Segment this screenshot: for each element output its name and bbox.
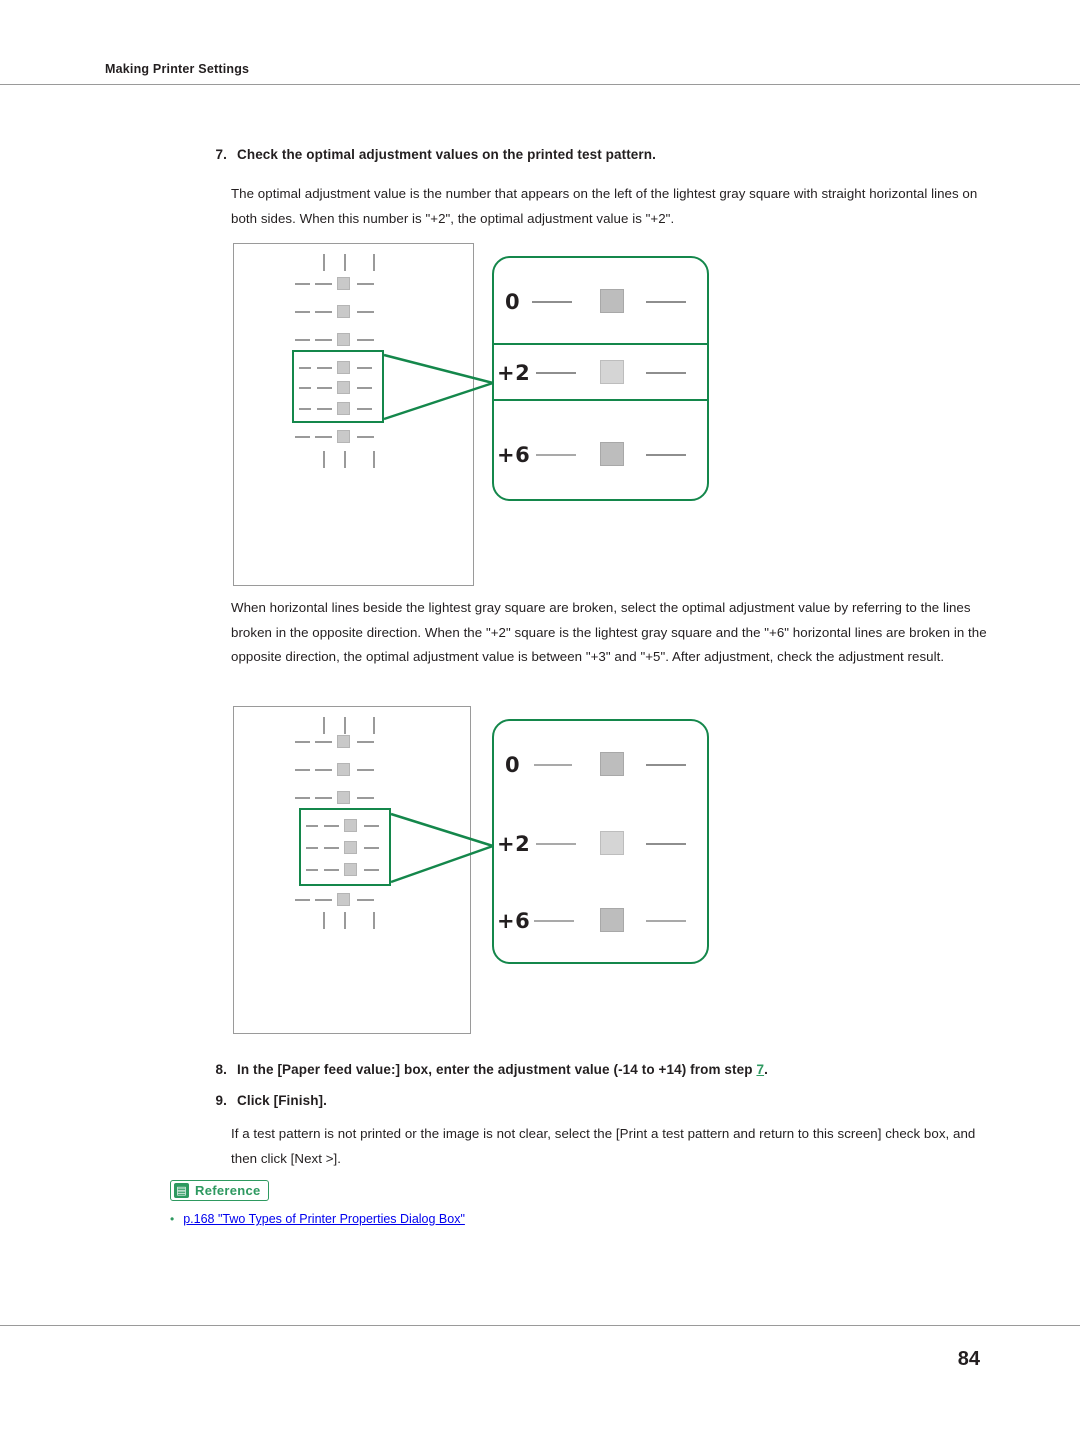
- figure2-callout-line: [646, 843, 686, 845]
- figure2-callout-label-plus6: +6: [497, 909, 531, 933]
- figure1-callout-line: [646, 301, 686, 303]
- figure1-callout-line: [532, 301, 572, 303]
- figure1-callout-label-plus2: +2: [497, 361, 531, 385]
- figure2-callout-square: [600, 908, 624, 932]
- figure2-callout-label-plus2: +2: [497, 832, 531, 856]
- step-9-text: Click [Finish].: [237, 1093, 328, 1108]
- reference-link[interactable]: p.168 "Two Types of Printer Properties D…: [183, 1211, 465, 1227]
- figure1-callout-line: [536, 372, 576, 374]
- test-pattern-figure-2: 0 +2 +6: [231, 706, 711, 1036]
- page-header-title: Making Printer Settings: [105, 62, 250, 76]
- page-number: 84: [957, 1348, 980, 1370]
- figure1-callout-line: [646, 372, 686, 374]
- step-8: 8. In the [Paper feed value:] box, enter…: [205, 1062, 1005, 1077]
- figure2-callout-line: [534, 764, 572, 766]
- step-7: 7. Check the optimal adjustment values o…: [205, 147, 1005, 162]
- figure1-callout-label-0: 0: [505, 290, 521, 314]
- figure2-callout-square: [600, 831, 624, 855]
- list-bullet: •: [170, 1212, 175, 1226]
- paragraph-broken-lines: When horizontal lines beside the lightes…: [231, 600, 987, 664]
- step-7-text: Check the optimal adjustment values on t…: [237, 147, 656, 162]
- test-pattern-figure-1: 0 +2 +6: [231, 243, 711, 588]
- figure2-callout-line: [536, 843, 576, 845]
- step-8-text: In the [Paper feed value:] box, enter th…: [237, 1062, 1005, 1077]
- document-page: Making Printer Settings 7. Check the opt…: [0, 0, 1080, 1437]
- figure2-callout-line: [534, 920, 574, 922]
- reference-badge-label: Reference: [195, 1183, 261, 1198]
- step-9-number: 9.: [215, 1093, 227, 1108]
- figure2-callout-label-0: 0: [505, 753, 521, 777]
- paragraph-optimal-value: The optimal adjustment value is the numb…: [231, 186, 978, 226]
- figure2-callout-square: [600, 752, 624, 776]
- reference-list-item: • p.168 "Two Types of Printer Properties…: [170, 1211, 730, 1227]
- step-8-text-before: In the [Paper feed value:] box, enter th…: [237, 1062, 757, 1077]
- figure1-callout-square: [600, 442, 624, 466]
- figure2-callout-line: [646, 920, 686, 922]
- step-9: 9. Click [Finish].: [205, 1093, 1005, 1108]
- book-icon: ▤: [174, 1183, 189, 1198]
- reference-badge: ▤ Reference: [170, 1180, 269, 1201]
- footer-divider: [0, 1325, 1080, 1326]
- figure1-callout-square: [600, 360, 624, 384]
- figure1-callout-square: [600, 289, 624, 313]
- paragraph-test-pattern-note: If a test pattern is not printed or the …: [231, 1126, 976, 1166]
- figure1-callout-label-plus6: +6: [497, 443, 531, 467]
- step-8-number: 8.: [215, 1062, 227, 1077]
- step-8-text-after: .: [764, 1062, 768, 1077]
- step-8-link-step7[interactable]: 7: [756, 1062, 764, 1077]
- figure2-callout-line: [646, 764, 686, 766]
- header-divider: [0, 84, 1080, 85]
- figure1-callout-line: [646, 454, 686, 456]
- figure1-callout-line: [536, 454, 576, 456]
- step-7-number: 7.: [215, 147, 227, 162]
